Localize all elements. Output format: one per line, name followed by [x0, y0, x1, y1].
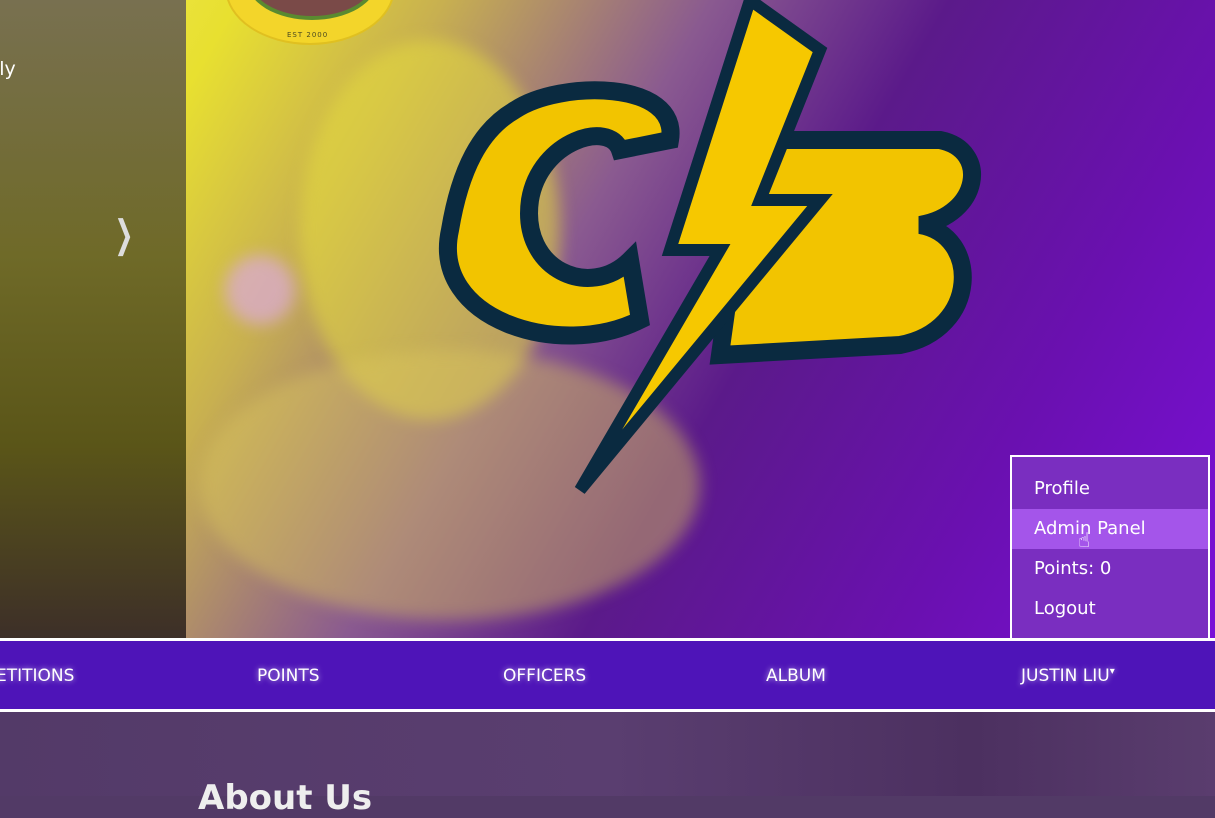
previous-slide: lly ❯: [0, 0, 186, 638]
nav-officers[interactable]: OFFICERS: [503, 666, 586, 686]
content-section: [0, 712, 1215, 796]
nav-points[interactable]: POINTS: [257, 666, 320, 686]
chevron-right-icon[interactable]: ❯: [114, 212, 133, 256]
user-name: JUSTIN LIU: [1021, 666, 1110, 686]
menu-item-admin-panel[interactable]: Admin Panel: [1012, 509, 1208, 549]
badge-text: EST 2000: [287, 31, 329, 39]
main-nav: ETITIONS POINTS OFFICERS ALBUM JUSTIN LI…: [0, 638, 1215, 712]
nav-album[interactable]: ALBUM: [766, 666, 826, 686]
spray-art-mic: [225, 255, 295, 325]
cb-lightning-logo: [439, 0, 981, 494]
about-heading: About Us: [198, 778, 373, 818]
slide-caption: lly: [0, 58, 16, 80]
nav-user-dropdown[interactable]: JUSTIN LIU▾: [1021, 666, 1115, 686]
nav-competitions[interactable]: ETITIONS: [0, 666, 74, 686]
hand-cursor-icon: ☝: [1078, 528, 1091, 552]
caret-down-icon: ▾: [1109, 666, 1115, 677]
club-badge-logo: EST 2000: [225, 0, 395, 45]
menu-item-points[interactable]: Points: 0: [1012, 549, 1208, 589]
user-dropdown-menu: Profile Admin Panel Points: 0 Logout: [1010, 455, 1210, 640]
menu-item-profile[interactable]: Profile: [1012, 469, 1208, 509]
menu-item-logout[interactable]: Logout: [1012, 589, 1208, 629]
